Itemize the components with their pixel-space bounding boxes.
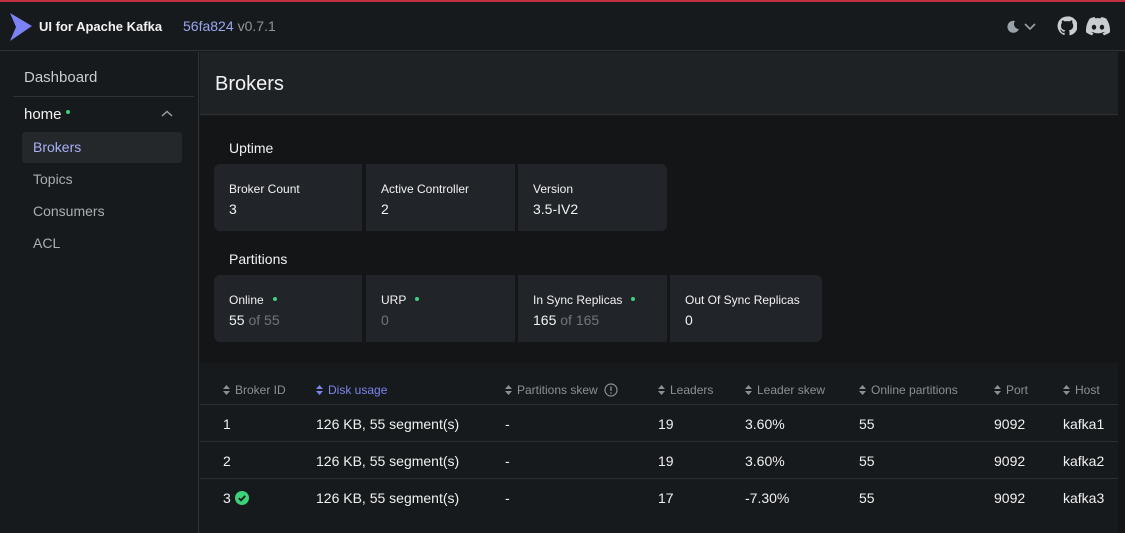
host-cell: kafka1 <box>1063 416 1105 432</box>
column-header-leader-skew[interactable]: Leader skew <box>745 383 825 397</box>
sidebar-divider <box>13 96 194 97</box>
status-ok-dot <box>631 296 636 301</box>
theme-toggle-button[interactable] <box>1006 17 1038 37</box>
sidebar-item-dashboard[interactable]: Dashboard <box>24 69 97 86</box>
broker-count-card: Broker Count 3 <box>214 164 362 231</box>
leader-skew-cell: 3.60% <box>745 453 785 469</box>
uptime-section-title: Uptime <box>229 140 274 156</box>
column-header-broker-id[interactable]: Broker ID <box>223 383 286 397</box>
chevron-down-icon <box>1024 23 1036 31</box>
port-cell: 9092 <box>994 416 1026 432</box>
partitions-skew-cell: - <box>505 453 510 469</box>
sidebar-cluster-home[interactable]: home <box>24 106 70 123</box>
discord-icon[interactable] <box>1086 17 1110 36</box>
moon-icon <box>1007 20 1019 33</box>
card-value: 3.5-IV2 <box>533 201 579 217</box>
sort-icon <box>223 385 230 395</box>
partitions-section-title: Partitions <box>229 251 288 267</box>
card-label: Active Controller <box>381 182 470 196</box>
table-row[interactable]: 2 126 KB, 55 segment(s) - 19 3.60% 55 90… <box>200 441 1118 478</box>
sort-icon <box>1063 385 1070 395</box>
online-partitions-cell: 55 <box>859 453 875 469</box>
partitions-skew-cell: - <box>505 416 510 432</box>
card-value: 2 <box>381 201 389 217</box>
active-controller-card: Active Controller 2 <box>366 164 515 231</box>
leader-skew-cell: 3.60% <box>745 416 785 432</box>
table-row[interactable]: 3 126 KB, 55 segment(s) - 17 -7.30% 55 9… <box>200 478 1118 515</box>
info-icon[interactable] <box>604 383 618 397</box>
kafka-logo-icon[interactable] <box>9 12 33 42</box>
card-value: 55 of 55 <box>229 312 280 328</box>
host-cell: kafka3 <box>1063 490 1105 506</box>
leader-skew-cell: -7.30% <box>745 490 790 506</box>
status-ok-dot <box>272 296 277 301</box>
partitions-skew-cell: - <box>505 490 510 506</box>
sort-icon <box>505 385 512 395</box>
online-card: Online 55 of 55 <box>214 275 362 342</box>
leaders-cell: 19 <box>658 453 674 469</box>
brokers-table: Broker ID Disk usage Partitions skew Lea… <box>200 363 1118 533</box>
broker-id-cell[interactable]: 2 <box>223 453 231 469</box>
column-header-leaders[interactable]: Leaders <box>658 383 713 397</box>
card-label: Broker Count <box>229 182 300 196</box>
cluster-status-dot <box>65 110 70 115</box>
leaders-cell: 19 <box>658 416 674 432</box>
in-sync-replicas-card: In Sync Replicas 165 of 165 <box>518 275 667 342</box>
broker-id-cell[interactable]: 1 <box>223 416 231 432</box>
sidebar-item-topics[interactable]: Topics <box>22 164 182 195</box>
leaders-cell: 17 <box>658 490 674 506</box>
port-cell: 9092 <box>994 453 1026 469</box>
card-label: In Sync Replicas <box>533 293 667 307</box>
host-cell: kafka2 <box>1063 453 1105 469</box>
card-value: 165 of 165 <box>533 312 600 328</box>
card-label: URP <box>381 293 515 307</box>
online-partitions-cell: 55 <box>859 490 875 506</box>
active-controller-check-icon <box>234 491 249 505</box>
column-header-disk-usage[interactable]: Disk usage <box>316 383 387 397</box>
status-ok-dot <box>415 296 420 301</box>
disk-usage-cell: 126 KB, 55 segment(s) <box>316 416 460 432</box>
card-value: 0 <box>685 312 693 328</box>
table-row[interactable]: 1 126 KB, 55 segment(s) - 19 3.60% 55 90… <box>200 404 1118 441</box>
top-navbar: UI for Apache Kafka 56fa824 v0.7.1 <box>0 2 1125 51</box>
sidebar: Dashboard home Brokers Topics Consumers … <box>0 52 199 533</box>
sidebar-item-acl[interactable]: ACL <box>22 228 182 259</box>
page-title: Brokers <box>215 73 284 95</box>
github-icon[interactable] <box>1057 16 1077 36</box>
card-value: 3 <box>229 201 237 217</box>
sort-icon <box>316 385 323 395</box>
sidebar-item-consumers[interactable]: Consumers <box>22 196 182 227</box>
app-title[interactable]: UI for Apache Kafka <box>39 19 162 34</box>
online-partitions-cell: 55 <box>859 416 875 432</box>
out-of-sync-replicas-card: Out Of Sync Replicas 0 <box>670 275 822 342</box>
version-label: v0.7.1 <box>237 18 276 34</box>
sort-icon <box>994 385 1001 395</box>
sidebar-item-brokers[interactable]: Brokers <box>22 132 182 163</box>
page-scrollbar[interactable] <box>1118 52 1125 533</box>
version-card: Version 3.5-IV2 <box>518 164 667 231</box>
port-cell: 9092 <box>994 490 1026 506</box>
cluster-name: home <box>24 106 62 123</box>
main-content: Brokers Uptime Broker Count 3 Active Con… <box>200 52 1118 533</box>
card-value: 0 <box>381 312 389 328</box>
column-header-port[interactable]: Port <box>994 383 1028 397</box>
card-label: Out Of Sync Replicas <box>685 293 800 307</box>
card-label: Version <box>533 182 574 196</box>
card-label: Online <box>229 293 362 307</box>
sort-icon <box>658 385 665 395</box>
sort-icon <box>859 385 866 395</box>
chevron-up-icon[interactable] <box>161 110 173 118</box>
column-header-online-partitions[interactable]: Online partitions <box>859 383 958 397</box>
urp-card: URP 0 <box>366 275 515 342</box>
stats-panel: Uptime Broker Count 3 Active Controller … <box>200 116 1118 363</box>
page-header: Brokers <box>200 52 1118 115</box>
disk-usage-cell: 126 KB, 55 segment(s) <box>316 490 460 506</box>
broker-id-cell[interactable]: 3 <box>223 490 249 506</box>
column-header-partitions-skew[interactable]: Partitions skew <box>505 383 618 397</box>
commit-link[interactable]: 56fa824 <box>183 18 234 34</box>
column-header-host[interactable]: Host <box>1063 383 1100 397</box>
version-info: 56fa824 v0.7.1 <box>183 18 276 34</box>
sort-icon <box>745 385 752 395</box>
disk-usage-cell: 126 KB, 55 segment(s) <box>316 453 460 469</box>
